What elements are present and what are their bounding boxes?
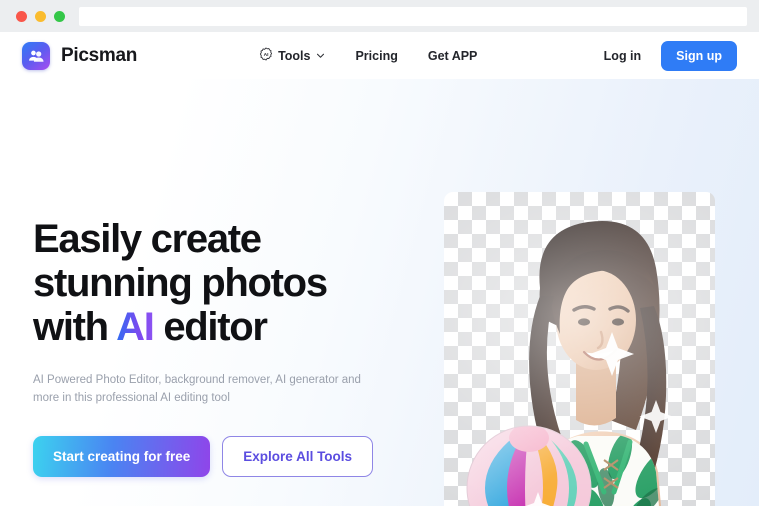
window-traffic-lights xyxy=(8,10,79,22)
start-creating-button[interactable]: Start creating for free xyxy=(33,436,211,477)
signup-button[interactable]: Sign up xyxy=(661,40,737,71)
hero-title-line-1: Easily create xyxy=(33,217,262,261)
hero-title: Easily create stunning photos with AI ed… xyxy=(33,217,413,349)
primary-navigation: AI Tools Pricing Get APP xyxy=(259,47,477,64)
hero-copy: Easily create stunning photos with AI ed… xyxy=(33,217,413,477)
nav-item-get-app[interactable]: Get APP xyxy=(428,49,478,63)
nav-item-get-app-label: Get APP xyxy=(427,48,478,63)
brand-name: Picsman xyxy=(61,44,138,66)
hero-title-line-2: stunning photos xyxy=(33,261,328,305)
site-header: Picsman AI Tools Pricing Get APP Log in … xyxy=(0,32,759,79)
maximize-window-button[interactable] xyxy=(54,10,65,22)
browser-chrome xyxy=(0,0,759,32)
close-window-button[interactable] xyxy=(16,10,27,22)
cutout-subject-image xyxy=(444,192,715,506)
people-group-icon xyxy=(22,41,50,70)
hero-title-line-3-suffix: editor xyxy=(153,305,268,349)
nav-item-tools-label: Tools xyxy=(278,48,311,63)
hero-title-line-3-prefix: with xyxy=(33,305,117,349)
nav-item-tools[interactable]: AI Tools xyxy=(259,47,325,64)
hero-section: Easily create stunning photos with AI ed… xyxy=(0,79,759,506)
ai-badge-icon: AI xyxy=(259,47,273,64)
chevron-down-icon xyxy=(316,49,325,63)
explore-tools-button[interactable]: Explore All Tools xyxy=(222,436,374,477)
nav-item-pricing[interactable]: Pricing xyxy=(355,49,397,63)
header-actions: Log in Sign up xyxy=(596,40,737,71)
minimize-window-button[interactable] xyxy=(35,10,46,22)
hero-cta-group: Start creating for free Explore All Tool… xyxy=(33,436,413,477)
svg-text:AI: AI xyxy=(264,52,270,58)
address-bar[interactable] xyxy=(79,6,747,26)
hero-subtitle: AI Powered Photo Editor, background remo… xyxy=(33,374,361,404)
hero-title-accent-ai: AI xyxy=(116,305,155,349)
nav-item-pricing-label: Pricing xyxy=(355,48,398,63)
brand-logo-link[interactable]: Picsman xyxy=(22,41,138,70)
login-link[interactable]: Log in xyxy=(596,43,650,69)
hero-image-panel xyxy=(444,192,715,506)
page-body: Picsman AI Tools Pricing Get APP Log in … xyxy=(0,32,759,506)
